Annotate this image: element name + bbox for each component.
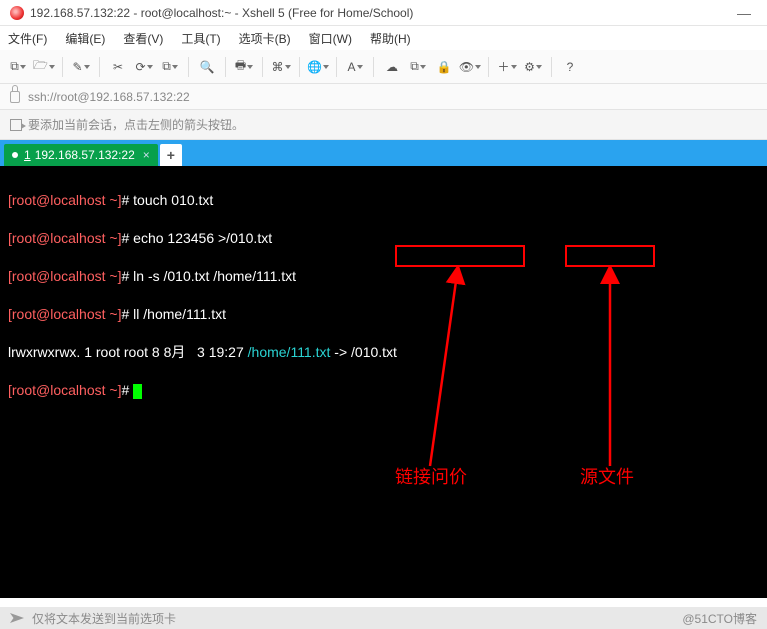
ls-output-perm: lrwxrwxrwx. 1 root root 8 8月 3 19:27: [8, 344, 248, 360]
ls-arrow: ->: [330, 344, 351, 360]
terminal-line: [root@localhost ~]# ll /home/111.txt: [8, 305, 759, 324]
terminal-line: [root@localhost ~]#: [8, 381, 759, 400]
newtab-icon: ⧉: [10, 59, 19, 74]
reload-icon: ⟳: [135, 60, 145, 74]
annotation-box-link: [395, 245, 525, 267]
encoding-button[interactable]: ⌘: [269, 55, 293, 79]
status-dot-icon: [12, 152, 18, 158]
menu-tools[interactable]: 工具(T): [181, 30, 220, 47]
plus-small-icon: +: [167, 147, 175, 163]
tab-number: 1: [24, 148, 31, 162]
tip-arrow-icon[interactable]: [10, 119, 22, 131]
menu-tabs[interactable]: 选项卡(B): [239, 30, 291, 47]
gear-icon: ⚙: [524, 60, 535, 74]
open-button[interactable]: 🗁: [32, 55, 56, 79]
menu-window[interactable]: 窗口(W): [309, 30, 352, 47]
font-button[interactable]: A: [343, 55, 367, 79]
toolbar-sep: [262, 57, 263, 77]
new-session-button[interactable]: ⧉: [6, 55, 30, 79]
annotation-label-link: 链接问价: [395, 468, 467, 487]
terminal-line: [root@localhost ~]# ln -s /010.txt /home…: [8, 267, 759, 286]
reconnect-button[interactable]: ⟳: [132, 55, 156, 79]
command-2: echo 123456 >/010.txt: [133, 230, 272, 246]
properties-button[interactable]: ⧉: [158, 55, 182, 79]
menu-file[interactable]: 文件(F): [8, 30, 47, 47]
language-button[interactable]: 🌐: [306, 55, 330, 79]
footer-hint: 仅将文本发送到当前选项卡: [32, 610, 176, 627]
eye-icon: 👁: [459, 60, 474, 74]
cursor-icon: [133, 384, 142, 399]
brush-icon: ✎: [72, 60, 82, 74]
open-icon: 🗁: [33, 56, 48, 77]
annotation-label-source: 源文件: [580, 468, 634, 487]
terminal-line: lrwxrwxrwx. 1 root root 8 8月 3 19:27 /ho…: [8, 343, 759, 362]
props-icon: ⧉: [162, 59, 171, 74]
toolbar-sep: [62, 57, 63, 77]
toolbar: ⧉ 🗁 ✎ ✂ ⟳ ⧉ 🔍 🖶 ⌘ 🌐 A ☁ ⧉ 🔒 👁 ＋ ⚙ ?: [0, 50, 767, 84]
annotation-arrow-source: [565, 266, 655, 476]
menu-help[interactable]: 帮助(H): [370, 30, 411, 47]
window-title: 192.168.57.132:22 - root@localhost:~ - X…: [30, 6, 413, 20]
globe-icon: 🌐: [307, 60, 322, 74]
app-logo-icon: [10, 6, 24, 20]
menu-bar: 文件(F) 编辑(E) 查看(V) 工具(T) 选项卡(B) 窗口(W) 帮助(…: [0, 26, 767, 50]
two-icon: ⧉: [410, 59, 419, 74]
lock-small-icon: [10, 91, 20, 103]
send-icon: [10, 613, 24, 623]
panes-button[interactable]: ⧉: [406, 55, 430, 79]
toolbar-sep: [188, 57, 189, 77]
tab-close-button[interactable]: ×: [143, 148, 150, 162]
menu-view[interactable]: 查看(V): [123, 30, 163, 47]
toolbar-sep: [99, 57, 100, 77]
tab-strip: 1 192.168.57.132:22 × +: [0, 140, 767, 166]
menu-edit[interactable]: 编辑(E): [65, 30, 105, 47]
help-button[interactable]: ?: [558, 55, 582, 79]
annotation-arrow-link: [395, 266, 525, 476]
title-bar: 192.168.57.132:22 - root@localhost:~ - X…: [0, 0, 767, 26]
address-bar: ssh://root@192.168.57.132:22: [0, 84, 767, 110]
find-button[interactable]: 🔍: [195, 55, 219, 79]
plus-icon: ＋: [497, 58, 509, 75]
toolbar-sep: [373, 57, 374, 77]
cut-button[interactable]: ✂: [106, 55, 130, 79]
scissors-icon: ✂: [113, 60, 123, 74]
view-button[interactable]: 👁: [458, 55, 482, 79]
annotation-box-source: [565, 245, 655, 267]
minimize-button[interactable]: —: [731, 5, 757, 21]
search-icon: 🔍: [200, 60, 215, 74]
command-3: ln -s /010.txt /home/111.txt: [133, 268, 296, 284]
terminal-line: [root@localhost ~]# touch 010.txt: [8, 191, 759, 210]
lock-button[interactable]: 🔒: [432, 55, 456, 79]
add-button[interactable]: ＋: [495, 55, 519, 79]
toolbar-sep: [299, 57, 300, 77]
session-tab[interactable]: 1 192.168.57.132:22 ×: [4, 144, 158, 166]
code-icon: ⌘: [272, 60, 284, 74]
toolbar-sep: [336, 57, 337, 77]
tab-label: 192.168.57.132:22: [35, 148, 135, 162]
settings-button[interactable]: ⚙: [521, 55, 545, 79]
transfer-button[interactable]: ☁: [380, 55, 404, 79]
print-icon: 🖶: [235, 56, 246, 77]
toolbar-sep: [488, 57, 489, 77]
toolbar-sep: [225, 57, 226, 77]
watermark: @51CTO博客: [682, 610, 757, 627]
terminal[interactable]: [root@localhost ~]# touch 010.txt [root@…: [0, 166, 767, 598]
ls-target: /010.txt: [351, 344, 397, 360]
tip-bar: 要添加当前会话，点击左侧的箭头按钮。: [0, 110, 767, 140]
highlight-button[interactable]: ✎: [69, 55, 93, 79]
ls-link-name: /home/111.txt: [248, 344, 331, 360]
font-icon: A: [347, 60, 355, 74]
lock-icon: 🔒: [437, 60, 452, 74]
address-url[interactable]: ssh://root@192.168.57.132:22: [28, 90, 190, 104]
toolbar-sep: [551, 57, 552, 77]
cloud-icon: ☁: [386, 60, 398, 74]
print-button[interactable]: 🖶: [232, 55, 256, 79]
new-tab-button[interactable]: +: [160, 144, 182, 166]
help-icon: ?: [567, 60, 574, 74]
status-bar: 仅将文本发送到当前选项卡 @51CTO博客: [0, 607, 767, 629]
command-1: touch 010.txt: [133, 192, 213, 208]
tip-text: 要添加当前会话，点击左侧的箭头按钮。: [28, 116, 244, 133]
command-4: ll /home/111.txt: [133, 306, 226, 322]
